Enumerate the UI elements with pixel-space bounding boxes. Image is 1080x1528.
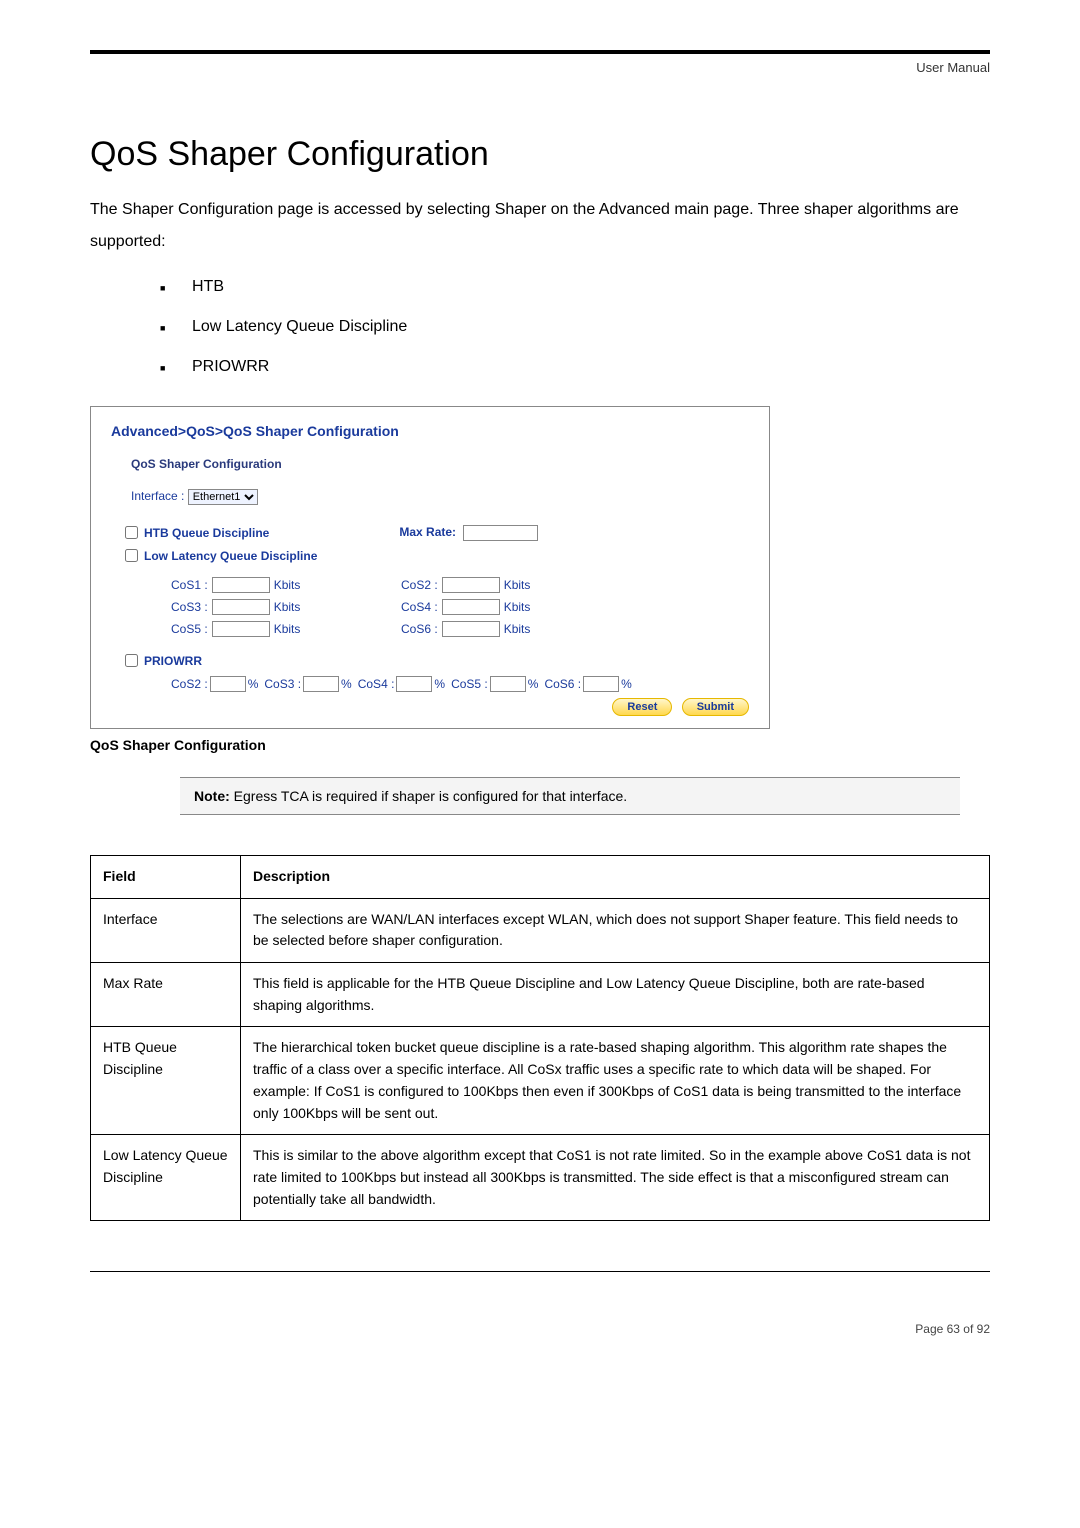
intro-paragraph: The Shaper Configuration page is accesse… bbox=[90, 194, 990, 258]
cos-unit: Kbits bbox=[504, 600, 531, 614]
cos-unit: Kbits bbox=[274, 600, 301, 614]
cos6-input[interactable] bbox=[442, 621, 500, 637]
cell-field: Max Rate bbox=[91, 963, 241, 1027]
header-rule bbox=[90, 50, 990, 54]
cos-unit: Kbits bbox=[504, 578, 531, 592]
pr-cos6-label: CoS6 : bbox=[544, 677, 581, 691]
page-title: QoS Shaper Configuration bbox=[90, 135, 990, 174]
pr-cos3-label: CoS3 : bbox=[264, 677, 301, 691]
max-rate-label: Max Rate: bbox=[399, 525, 456, 539]
llq-row: Low Latency Queue Discipline bbox=[111, 546, 749, 565]
cell-desc: The hierarchical token bucket queue disc… bbox=[241, 1027, 990, 1135]
pct: % bbox=[621, 677, 632, 691]
pr-cos4-label: CoS4 : bbox=[358, 677, 395, 691]
max-rate-input[interactable] bbox=[463, 525, 538, 541]
fields-table: Field Description Interface The selectio… bbox=[90, 855, 990, 1221]
header-doc-label: User Manual bbox=[90, 60, 990, 75]
priowrr-inputs: CoS2 :% CoS3 :% CoS4 :% CoS5 :% CoS6 :% bbox=[111, 676, 749, 692]
cell-desc: The selections are WAN/LAN interfaces ex… bbox=[241, 898, 990, 962]
cell-field: Interface bbox=[91, 898, 241, 962]
cell-desc: This is similar to the above algorithm e… bbox=[241, 1135, 990, 1221]
pr-cos6-input[interactable] bbox=[583, 676, 619, 692]
table-row: Interface The selections are WAN/LAN int… bbox=[91, 898, 990, 962]
llq-label: Low Latency Queue Discipline bbox=[144, 549, 317, 563]
pr-cos3-input[interactable] bbox=[303, 676, 339, 692]
cos-grid: CoS1 : Kbits CoS2 : Kbits CoS3 : Kbits C… bbox=[111, 577, 749, 637]
table-row: Max Rate This field is applicable for th… bbox=[91, 963, 990, 1027]
htb-checkbox[interactable] bbox=[125, 526, 138, 539]
interface-row: Interface : Ethernet1 bbox=[111, 489, 749, 505]
cos4-label: CoS4 : bbox=[401, 600, 438, 614]
th-field: Field bbox=[91, 856, 241, 899]
footer-rule bbox=[90, 1271, 990, 1272]
list-item: HTB bbox=[160, 278, 990, 296]
cos6-cell: CoS6 : Kbits bbox=[401, 621, 631, 637]
button-row: Reset Submit bbox=[111, 698, 749, 716]
htb-row: HTB Queue Discipline Max Rate: bbox=[111, 523, 749, 542]
htb-label: HTB Queue Discipline bbox=[144, 526, 269, 540]
pct: % bbox=[434, 677, 445, 691]
list-item: Low Latency Queue Discipline bbox=[160, 318, 990, 336]
table-row: HTB Queue Discipline The hierarchical to… bbox=[91, 1027, 990, 1135]
table-row: Low Latency Queue Discipline This is sim… bbox=[91, 1135, 990, 1221]
llq-checkbox[interactable] bbox=[125, 549, 138, 562]
priowrr-checkbox[interactable] bbox=[125, 654, 138, 667]
figure-caption: QoS Shaper Configuration bbox=[90, 737, 990, 753]
note-text: Egress TCA is required if shaper is conf… bbox=[230, 788, 627, 804]
note-label: Note: bbox=[194, 788, 230, 804]
pr-cos5-label: CoS5 : bbox=[451, 677, 488, 691]
cell-field: HTB Queue Discipline bbox=[91, 1027, 241, 1135]
breadcrumb: Advanced>QoS>QoS Shaper Configuration bbox=[111, 423, 749, 439]
cos5-input[interactable] bbox=[212, 621, 270, 637]
max-rate-group: Max Rate: bbox=[399, 525, 538, 541]
pr-cos2-input[interactable] bbox=[210, 676, 246, 692]
th-desc: Description bbox=[241, 856, 990, 899]
cos-unit: Kbits bbox=[274, 578, 301, 592]
cos-unit: Kbits bbox=[504, 622, 531, 636]
cos2-input[interactable] bbox=[442, 577, 500, 593]
page-number: Page 63 of 92 bbox=[90, 1322, 990, 1336]
pr-cos2-label: CoS2 : bbox=[171, 677, 208, 691]
cos4-cell: CoS4 : Kbits bbox=[401, 599, 631, 615]
algorithms-list: HTB Low Latency Queue Discipline PRIOWRR bbox=[90, 278, 990, 376]
note-box: Note: Egress TCA is required if shaper i… bbox=[180, 777, 960, 815]
priowrr-label: PRIOWRR bbox=[144, 654, 202, 668]
cos3-input[interactable] bbox=[212, 599, 270, 615]
cos2-cell: CoS2 : Kbits bbox=[401, 577, 631, 593]
cos4-input[interactable] bbox=[442, 599, 500, 615]
cos1-label: CoS1 : bbox=[171, 578, 208, 592]
pct: % bbox=[248, 677, 259, 691]
pct: % bbox=[341, 677, 352, 691]
pr-cos5-input[interactable] bbox=[490, 676, 526, 692]
pct: % bbox=[528, 677, 539, 691]
cos-unit: Kbits bbox=[274, 622, 301, 636]
reset-button[interactable]: Reset bbox=[612, 698, 672, 716]
cos3-cell: CoS3 : Kbits bbox=[171, 599, 401, 615]
cell-field: Low Latency Queue Discipline bbox=[91, 1135, 241, 1221]
cos1-input[interactable] bbox=[212, 577, 270, 593]
interface-select[interactable]: Ethernet1 bbox=[188, 489, 258, 505]
cell-desc: This field is applicable for the HTB Que… bbox=[241, 963, 990, 1027]
panel-section-title: QoS Shaper Configuration bbox=[111, 457, 749, 471]
interface-label: Interface : bbox=[131, 489, 184, 503]
cos1-cell: CoS1 : Kbits bbox=[171, 577, 401, 593]
cos5-label: CoS5 : bbox=[171, 622, 208, 636]
list-item: PRIOWRR bbox=[160, 358, 990, 376]
pr-cos4-input[interactable] bbox=[396, 676, 432, 692]
priowrr-row-cb: PRIOWRR bbox=[111, 651, 749, 670]
cos6-label: CoS6 : bbox=[401, 622, 438, 636]
submit-button[interactable]: Submit bbox=[682, 698, 749, 716]
cos3-label: CoS3 : bbox=[171, 600, 208, 614]
config-panel: Advanced>QoS>QoS Shaper Configuration Qo… bbox=[90, 406, 770, 729]
cos5-cell: CoS5 : Kbits bbox=[171, 621, 401, 637]
cos2-label: CoS2 : bbox=[401, 578, 438, 592]
